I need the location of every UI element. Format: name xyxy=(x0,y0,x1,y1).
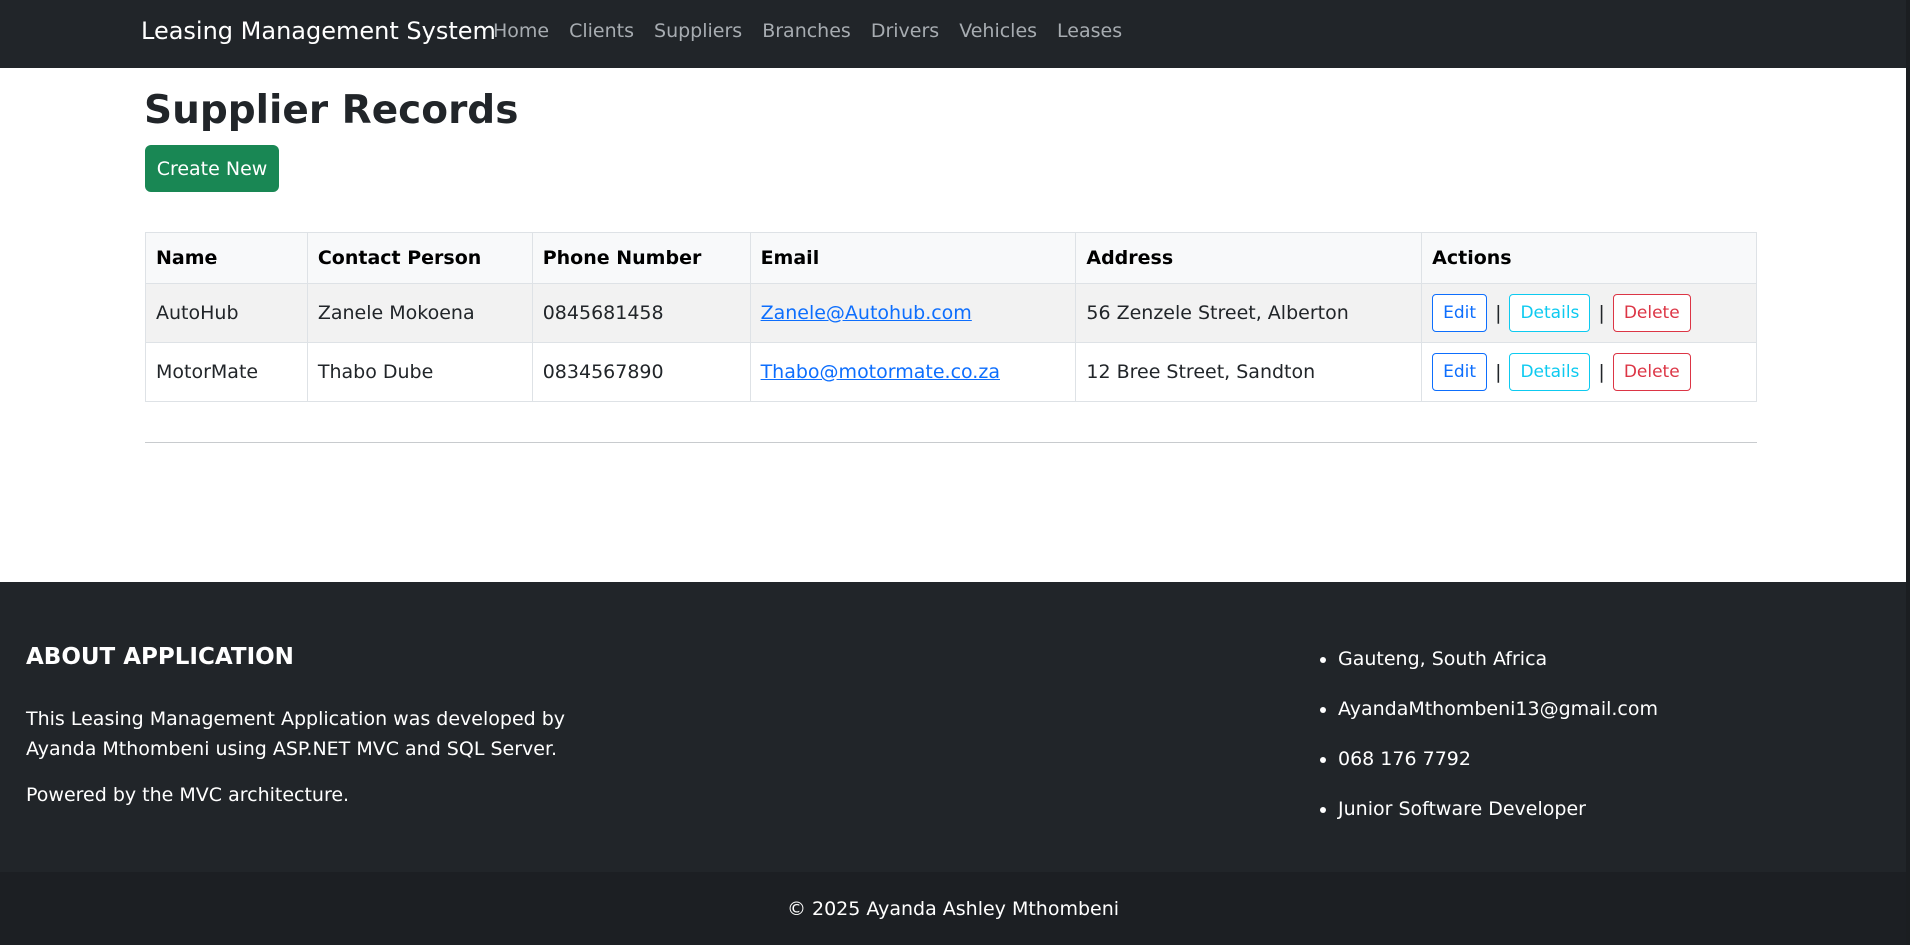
row-actions: Edit | Details | Delete xyxy=(1432,353,1746,391)
nav-vehicles[interactable]: Vehicles xyxy=(949,20,1047,42)
action-separator: | xyxy=(1598,361,1605,383)
header-address: Address xyxy=(1075,232,1423,284)
divider xyxy=(145,442,1757,443)
cell-address: 56 Zenzele Street, Alberton xyxy=(1075,283,1423,343)
edit-button[interactable]: Edit xyxy=(1432,353,1488,391)
cell-address: 12 Bree Street, Sandton xyxy=(1075,342,1423,402)
action-separator: | xyxy=(1495,302,1502,324)
delete-button[interactable]: Delete xyxy=(1612,294,1691,332)
header-email: Email xyxy=(749,232,1077,284)
cell-contact-person: Thabo Dube xyxy=(306,342,533,402)
contact-list: Gauteng, South Africa AyandaMthombeni13@… xyxy=(1338,644,1658,844)
contact-email: AyandaMthombeni13@gmail.com xyxy=(1338,694,1658,744)
brand-link[interactable]: Leasing Management System xyxy=(141,17,496,45)
create-new-button[interactable]: Create New xyxy=(145,145,279,192)
about-title: ABOUT APPLICATION xyxy=(26,644,294,670)
copyright-bar: © 2025 Ayanda Ashley Mthombeni xyxy=(0,872,1906,945)
table-row: MotorMate Thabo Dube 0834567890 Thabo@mo… xyxy=(145,342,1757,402)
cell-actions: Edit | Details | Delete xyxy=(1421,342,1757,402)
cell-actions: Edit | Details | Delete xyxy=(1421,283,1757,343)
navbar: Leasing Management System Home Clients S… xyxy=(0,0,1906,68)
cell-email: Zanele@Autohub.com xyxy=(749,283,1077,343)
suppliers-table: Name Contact Person Phone Number Email A… xyxy=(145,232,1757,402)
nav-suppliers[interactable]: Suppliers xyxy=(644,20,752,42)
header-actions: Actions xyxy=(1421,232,1757,284)
page-title: Supplier Records xyxy=(144,88,519,133)
table-row: AutoHub Zanele Mokoena 0845681458 Zanele… xyxy=(145,283,1757,343)
window-edge xyxy=(1906,0,1910,945)
nav-leases[interactable]: Leases xyxy=(1047,20,1132,42)
nav-clients[interactable]: Clients xyxy=(559,20,644,42)
contact-location: Gauteng, South Africa xyxy=(1338,644,1658,694)
edit-button[interactable]: Edit xyxy=(1432,294,1488,332)
contact-phone: 068 176 7792 xyxy=(1338,744,1658,794)
about-text: This Leasing Management Application was … xyxy=(26,708,566,760)
header-contact-person: Contact Person xyxy=(306,232,533,284)
nav-links: Home Clients Suppliers Branches Drivers … xyxy=(493,20,1132,42)
cell-phone-number: 0834567890 xyxy=(531,342,751,402)
powered-by-text: Powered by the MVC architecture. xyxy=(26,784,350,806)
details-button[interactable]: Details xyxy=(1509,353,1591,391)
header-name: Name xyxy=(145,232,308,284)
email-link[interactable]: Thabo@motormate.co.za xyxy=(761,361,1000,383)
cell-phone-number: 0845681458 xyxy=(531,283,751,343)
cell-name: AutoHub xyxy=(145,283,308,343)
row-actions: Edit | Details | Delete xyxy=(1432,294,1746,332)
footer: ABOUT APPLICATION This Leasing Managemen… xyxy=(0,582,1906,872)
nav-home[interactable]: Home xyxy=(493,20,559,42)
copyright-text: © 2025 Ayanda Ashley Mthombeni xyxy=(786,897,1120,920)
table-header-row: Name Contact Person Phone Number Email A… xyxy=(145,232,1757,284)
nav-drivers[interactable]: Drivers xyxy=(861,20,949,42)
email-link[interactable]: Zanele@Autohub.com xyxy=(761,302,972,324)
delete-button[interactable]: Delete xyxy=(1612,353,1691,391)
action-separator: | xyxy=(1598,302,1605,324)
suppliers-table-wrapper: Name Contact Person Phone Number Email A… xyxy=(145,232,1757,402)
nav-branches[interactable]: Branches xyxy=(752,20,861,42)
contact-role: Junior Software Developer xyxy=(1338,794,1658,844)
cell-contact-person: Zanele Mokoena xyxy=(306,283,533,343)
header-phone-number: Phone Number xyxy=(531,232,751,284)
details-button[interactable]: Details xyxy=(1509,294,1591,332)
cell-email: Thabo@motormate.co.za xyxy=(749,342,1077,402)
action-separator: | xyxy=(1495,361,1502,383)
cell-name: MotorMate xyxy=(145,342,308,402)
